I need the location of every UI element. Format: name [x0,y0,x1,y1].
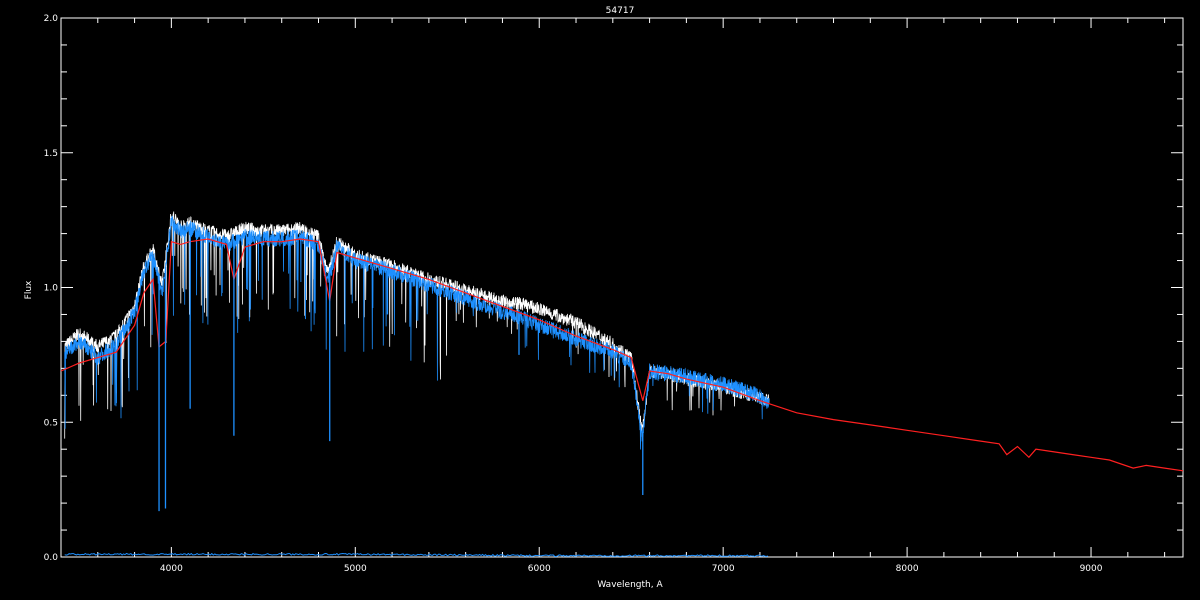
y-tick-label: 0.0 [44,553,59,563]
axes: 4000 5000 6000 7000 8000 9000 0.0 0.5 1.0 1.5 2.0 [44,14,1184,574]
spectrum-chart: 4000 5000 6000 7000 8000 90000.00.51.01.52.0 … [24,6,1184,590]
y-tick-label: 1.0 [44,284,59,294]
y-axis-label: Flux [24,280,34,299]
error-spectrum-line [64,552,769,558]
x-tick-label: 8000 [896,564,919,574]
x-tick-label: 9000 [1080,564,1103,574]
spectrum-series [60,211,1184,558]
chart-title: 54717 [606,6,635,16]
y-tick-label: 0.5 [44,418,58,428]
y-tick-label: 1.5 [44,149,58,159]
x-tick-label: 7000 [712,564,735,574]
x-tick-label: 4000 [160,564,183,574]
y-tick-label: 2.0 [44,14,59,24]
x-tick-label: 5000 [344,564,367,574]
x-tick-label: 6000 [528,564,551,574]
observed-spectrum-line [64,211,770,439]
x-axis-label: Wavelength, A [597,580,663,590]
